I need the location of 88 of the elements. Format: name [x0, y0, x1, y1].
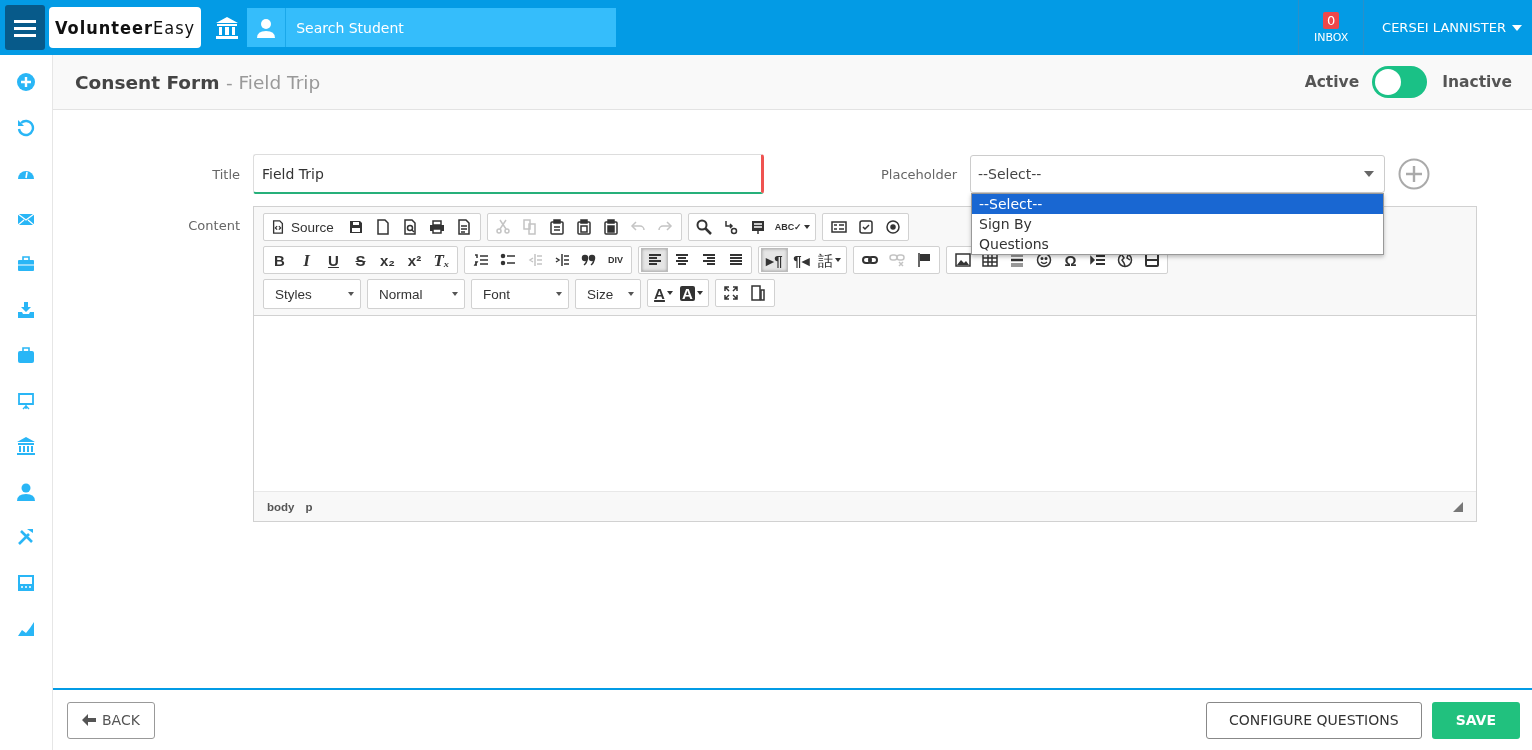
spellcheck-button[interactable]: ABC✓	[771, 215, 814, 239]
content-label: Content	[187, 217, 240, 235]
dropdown-option[interactable]: Sign By	[972, 214, 1383, 234]
superscript-button[interactable]: x²	[401, 248, 428, 272]
dropdown[interactable]: Font	[471, 279, 569, 309]
removeformat-button[interactable]: Tₓ	[428, 248, 455, 272]
flag-icon	[915, 252, 932, 268]
italic-button[interactable]: I	[293, 248, 320, 272]
page-title: Consent Form - Field Trip	[75, 71, 322, 93]
radio-icon	[884, 219, 901, 235]
globe-icon	[1116, 252, 1133, 268]
clipboard-icon	[549, 219, 566, 235]
indent-icon	[553, 252, 570, 268]
dropdown[interactable]: Normal	[367, 279, 465, 309]
caret-icon	[666, 291, 673, 295]
two-pages-icon	[522, 219, 539, 235]
div-button[interactable]: DIV	[602, 248, 629, 272]
image-icon	[954, 252, 971, 268]
placeholder-label: Placeholder	[880, 166, 957, 182]
dropdown[interactable]: Styles	[263, 279, 361, 309]
bgcolor-button[interactable]: A	[677, 281, 706, 305]
active-label: Active	[1304, 73, 1360, 91]
document-code-icon	[271, 220, 285, 234]
alignleft-button[interactable]	[641, 248, 668, 272]
page-magnifier-icon	[402, 219, 419, 235]
document-lines-icon	[456, 219, 473, 235]
smiley-icon	[1035, 252, 1052, 268]
logo[interactable]: VolunteerEasy	[49, 7, 202, 48]
menu-button[interactable]	[5, 5, 45, 50]
caret-icon	[835, 258, 841, 262]
page-break-icon	[1089, 252, 1106, 268]
rtl-button[interactable]: ¶◂	[788, 248, 815, 272]
back-button[interactable]: BACK	[67, 701, 155, 739]
caret-icon	[1512, 24, 1522, 31]
count-badge: 0	[1322, 11, 1340, 29]
caret-icon	[804, 225, 811, 229]
bold-button[interactable]: B	[266, 248, 293, 272]
caret-icon	[696, 291, 703, 295]
underline-button[interactable]: U	[320, 248, 347, 272]
status-switch[interactable]	[1372, 66, 1428, 98]
element-path-link[interactable]: p	[305, 500, 313, 513]
blank-page-icon	[375, 219, 392, 235]
search-icon	[696, 219, 713, 235]
caret-icon	[628, 292, 634, 296]
select-all-icon	[750, 219, 767, 235]
person-icon	[256, 17, 277, 38]
table-icon	[981, 252, 998, 268]
align-right-icon	[700, 252, 717, 268]
expand-arrows-icon	[723, 285, 740, 301]
clipboard-box-icon	[603, 219, 620, 235]
dropdown-option[interactable]: --Select--	[972, 194, 1383, 214]
broken-link-icon	[888, 252, 905, 268]
inactive-label: Inactive	[1442, 73, 1512, 91]
inbox-label: INBOX	[1313, 30, 1349, 44]
align-left-icon	[646, 252, 663, 268]
justify-icon	[727, 252, 744, 268]
dropdown-option[interactable]: Questions	[972, 234, 1383, 254]
caret-icon	[452, 292, 458, 296]
resize-handle-icon[interactable]	[1453, 501, 1463, 512]
bank-icon[interactable]	[215, 16, 240, 39]
source-button[interactable]: Source	[266, 215, 343, 239]
language-button[interactable]: 話	[815, 248, 844, 272]
clipboard-box-icon	[576, 219, 593, 235]
horizontal-rule-icon	[1008, 252, 1025, 268]
bullet-list-icon	[499, 252, 516, 268]
element-path-link[interactable]: body	[267, 500, 295, 513]
configure-questions-button[interactable]: CONFIGURE QUESTIONS	[1206, 701, 1422, 739]
title-field[interactable]: Field Trip	[253, 154, 764, 194]
outdent-icon	[526, 252, 543, 268]
strike-button[interactable]: S	[347, 248, 374, 272]
arrow-left-icon	[82, 714, 96, 726]
subscript-button[interactable]: x₂	[374, 248, 401, 272]
numbered-list-icon	[472, 252, 489, 268]
checkbox-icon	[857, 219, 874, 235]
blocks-icon	[750, 285, 767, 301]
quote-marks-icon	[580, 252, 597, 268]
title-label: Title	[211, 166, 240, 182]
printer-icon	[429, 219, 446, 235]
menu-icon	[14, 18, 36, 37]
align-center-icon	[673, 252, 690, 268]
dropdown[interactable]: Size	[575, 279, 641, 309]
textcolor-button[interactable]: A	[650, 281, 677, 305]
form-icon	[830, 219, 847, 235]
caret-icon	[1364, 171, 1374, 177]
caret-icon	[348, 292, 354, 296]
scissors-icon	[495, 219, 512, 235]
ltr-button[interactable]: ▸¶	[761, 248, 788, 272]
caret-icon	[556, 292, 562, 296]
